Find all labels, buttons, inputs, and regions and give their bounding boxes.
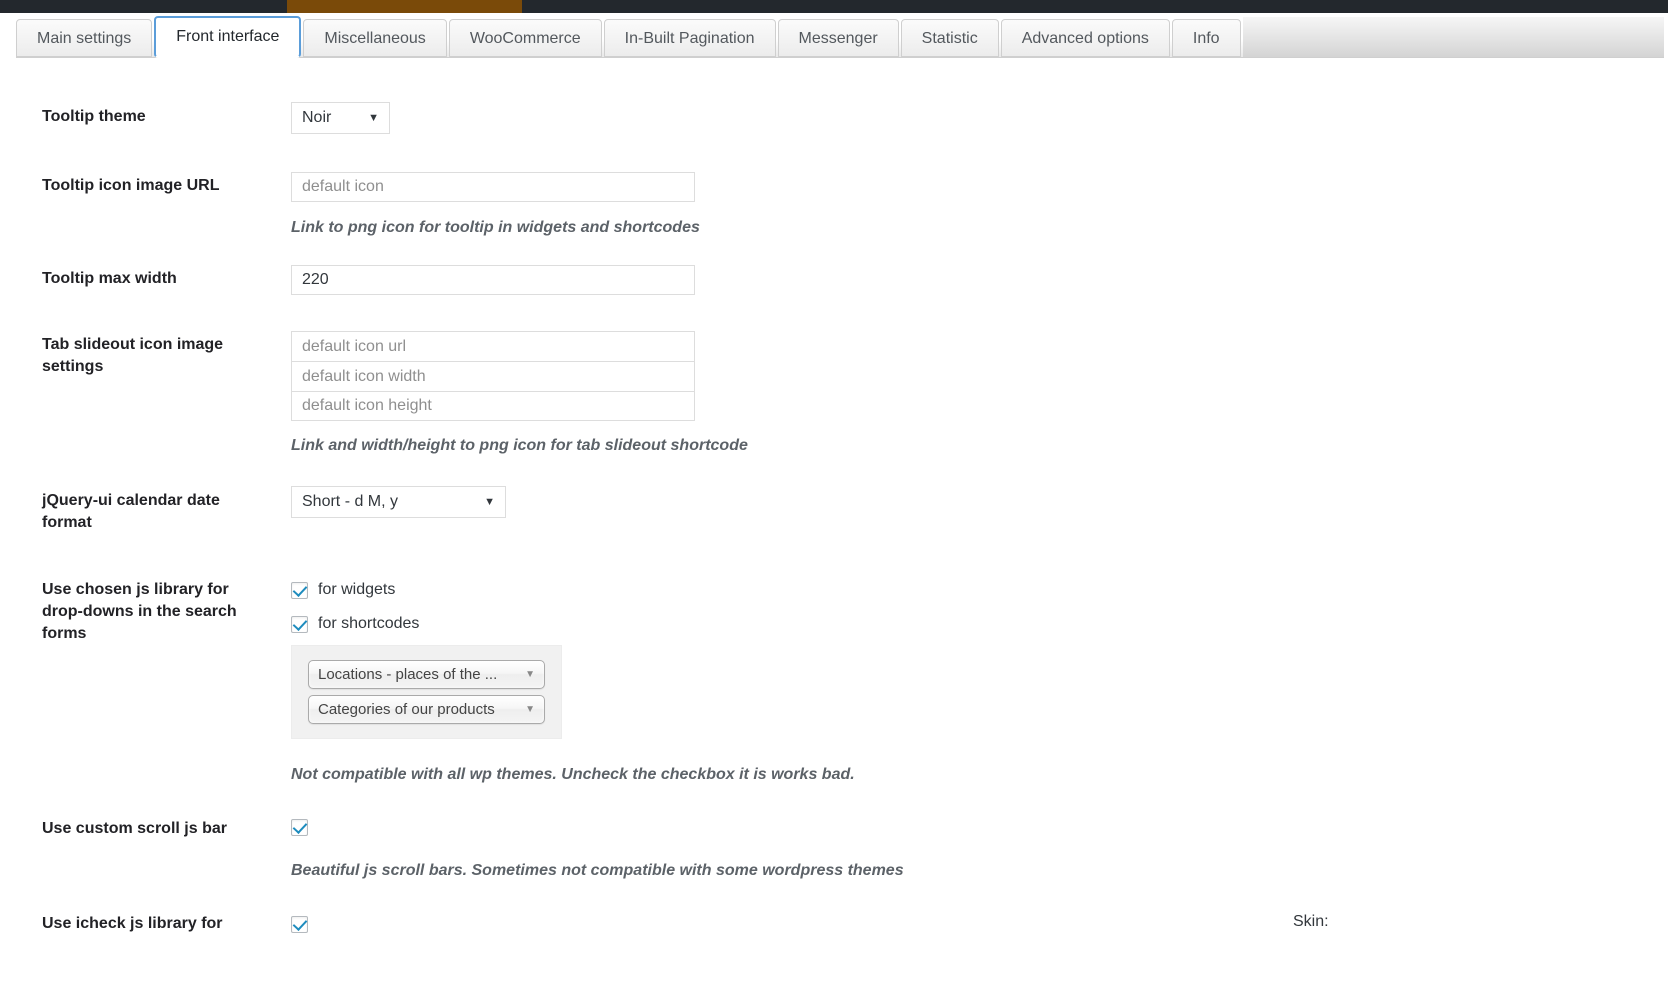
desc-tab-slideout: Link and width/height to png icon for ta…: [291, 437, 748, 454]
tab-main-settings[interactable]: Main settings: [16, 19, 153, 57]
tab-slideout-icon-height-input[interactable]: [291, 391, 695, 421]
tab-slideout-icon-url-input[interactable]: [291, 331, 695, 361]
chevron-down-icon: ▼: [484, 496, 495, 508]
icheck-js-row[interactable]: [291, 916, 308, 933]
chosen-preview-locations-value: Locations - places of the ...: [318, 666, 498, 683]
label-tooltip-theme: Tooltip theme: [42, 108, 146, 125]
tab-front-interface[interactable]: Front interface: [154, 16, 302, 58]
chosen-js-shortcodes-row[interactable]: for shortcodes: [291, 615, 419, 633]
tab-slideout-icon-width-input[interactable]: [291, 361, 695, 391]
wp-admin-bar: [0, 0, 1668, 13]
label-custom-scroll: Use custom scroll js bar: [42, 820, 227, 837]
tooltip-theme-value: Noir: [302, 109, 332, 126]
chosen-preview-categories-select[interactable]: Categories of our products ▼: [308, 695, 545, 724]
chosen-preview-categories-value: Categories of our products: [318, 701, 495, 718]
chosen-js-widgets-row[interactable]: for widgets: [291, 581, 395, 599]
desc-tooltip-icon-url: Link to png icon for tooltip in widgets …: [291, 219, 700, 236]
chosen-js-shortcodes-label: for shortcodes: [318, 615, 420, 632]
label-tab-slideout: Tab slideout icon image settings: [42, 336, 224, 375]
settings-tab-bar: Main settings Front interface Miscellane…: [0, 13, 1668, 58]
label-icheck-js: Use icheck js library for: [42, 915, 223, 932]
calendar-date-format-select[interactable]: Short - d M, y ▼: [291, 486, 506, 518]
label-icheck-skin: Skin:: [1293, 913, 1329, 930]
tab-strip: Main settings Front interface Miscellane…: [16, 16, 1664, 58]
tab-messenger[interactable]: Messenger: [777, 19, 899, 57]
chosen-js-widgets-label: for widgets: [318, 581, 396, 598]
chosen-preview-locations-select[interactable]: Locations - places of the ... ▼: [308, 660, 545, 689]
admin-bar-accent: [287, 0, 522, 13]
custom-scroll-checkbox[interactable]: [291, 819, 308, 836]
tab-advanced-options[interactable]: Advanced options: [1000, 19, 1170, 57]
label-calendar-date-format: jQuery-ui calendar date format: [42, 492, 220, 531]
calendar-date-format-value: Short - d M, y: [302, 493, 399, 510]
label-chosen-js: Use chosen js library for drop-downs in …: [42, 581, 237, 642]
chevron-down-icon: ▼: [368, 112, 379, 124]
front-interface-settings-form: Tooltip theme Noir ▼ Tooltip icon image …: [0, 58, 1668, 991]
tab-strip-filler: [1242, 17, 1664, 58]
tab-in-built-pagination[interactable]: In-Built Pagination: [603, 19, 776, 57]
chosen-preview-panel: Locations - places of the ... ▼ Categori…: [291, 645, 562, 739]
custom-scroll-row[interactable]: [291, 819, 308, 836]
tooltip-theme-select[interactable]: Noir ▼: [291, 102, 390, 134]
desc-chosen-js: Not compatible with all wp themes. Unche…: [291, 766, 855, 783]
tab-miscellaneous[interactable]: Miscellaneous: [303, 19, 447, 57]
tab-info[interactable]: Info: [1171, 19, 1241, 57]
label-tooltip-max-width: Tooltip max width: [42, 270, 177, 287]
chosen-js-shortcodes-checkbox[interactable]: [291, 615, 308, 633]
tooltip-max-width-input[interactable]: [291, 265, 695, 295]
chevron-down-icon: ▼: [525, 669, 535, 680]
tooltip-icon-url-input[interactable]: [291, 172, 695, 202]
label-tooltip-icon-url: Tooltip icon image URL: [42, 177, 220, 194]
tab-statistic[interactable]: Statistic: [900, 19, 999, 57]
desc-custom-scroll: Beautiful js scroll bars. Sometimes not …: [291, 862, 904, 879]
chosen-js-widgets-checkbox[interactable]: [291, 581, 308, 599]
tab-woocommerce[interactable]: WooCommerce: [448, 19, 602, 57]
chevron-down-icon: ▼: [525, 704, 535, 715]
icheck-js-checkbox[interactable]: [291, 916, 308, 933]
